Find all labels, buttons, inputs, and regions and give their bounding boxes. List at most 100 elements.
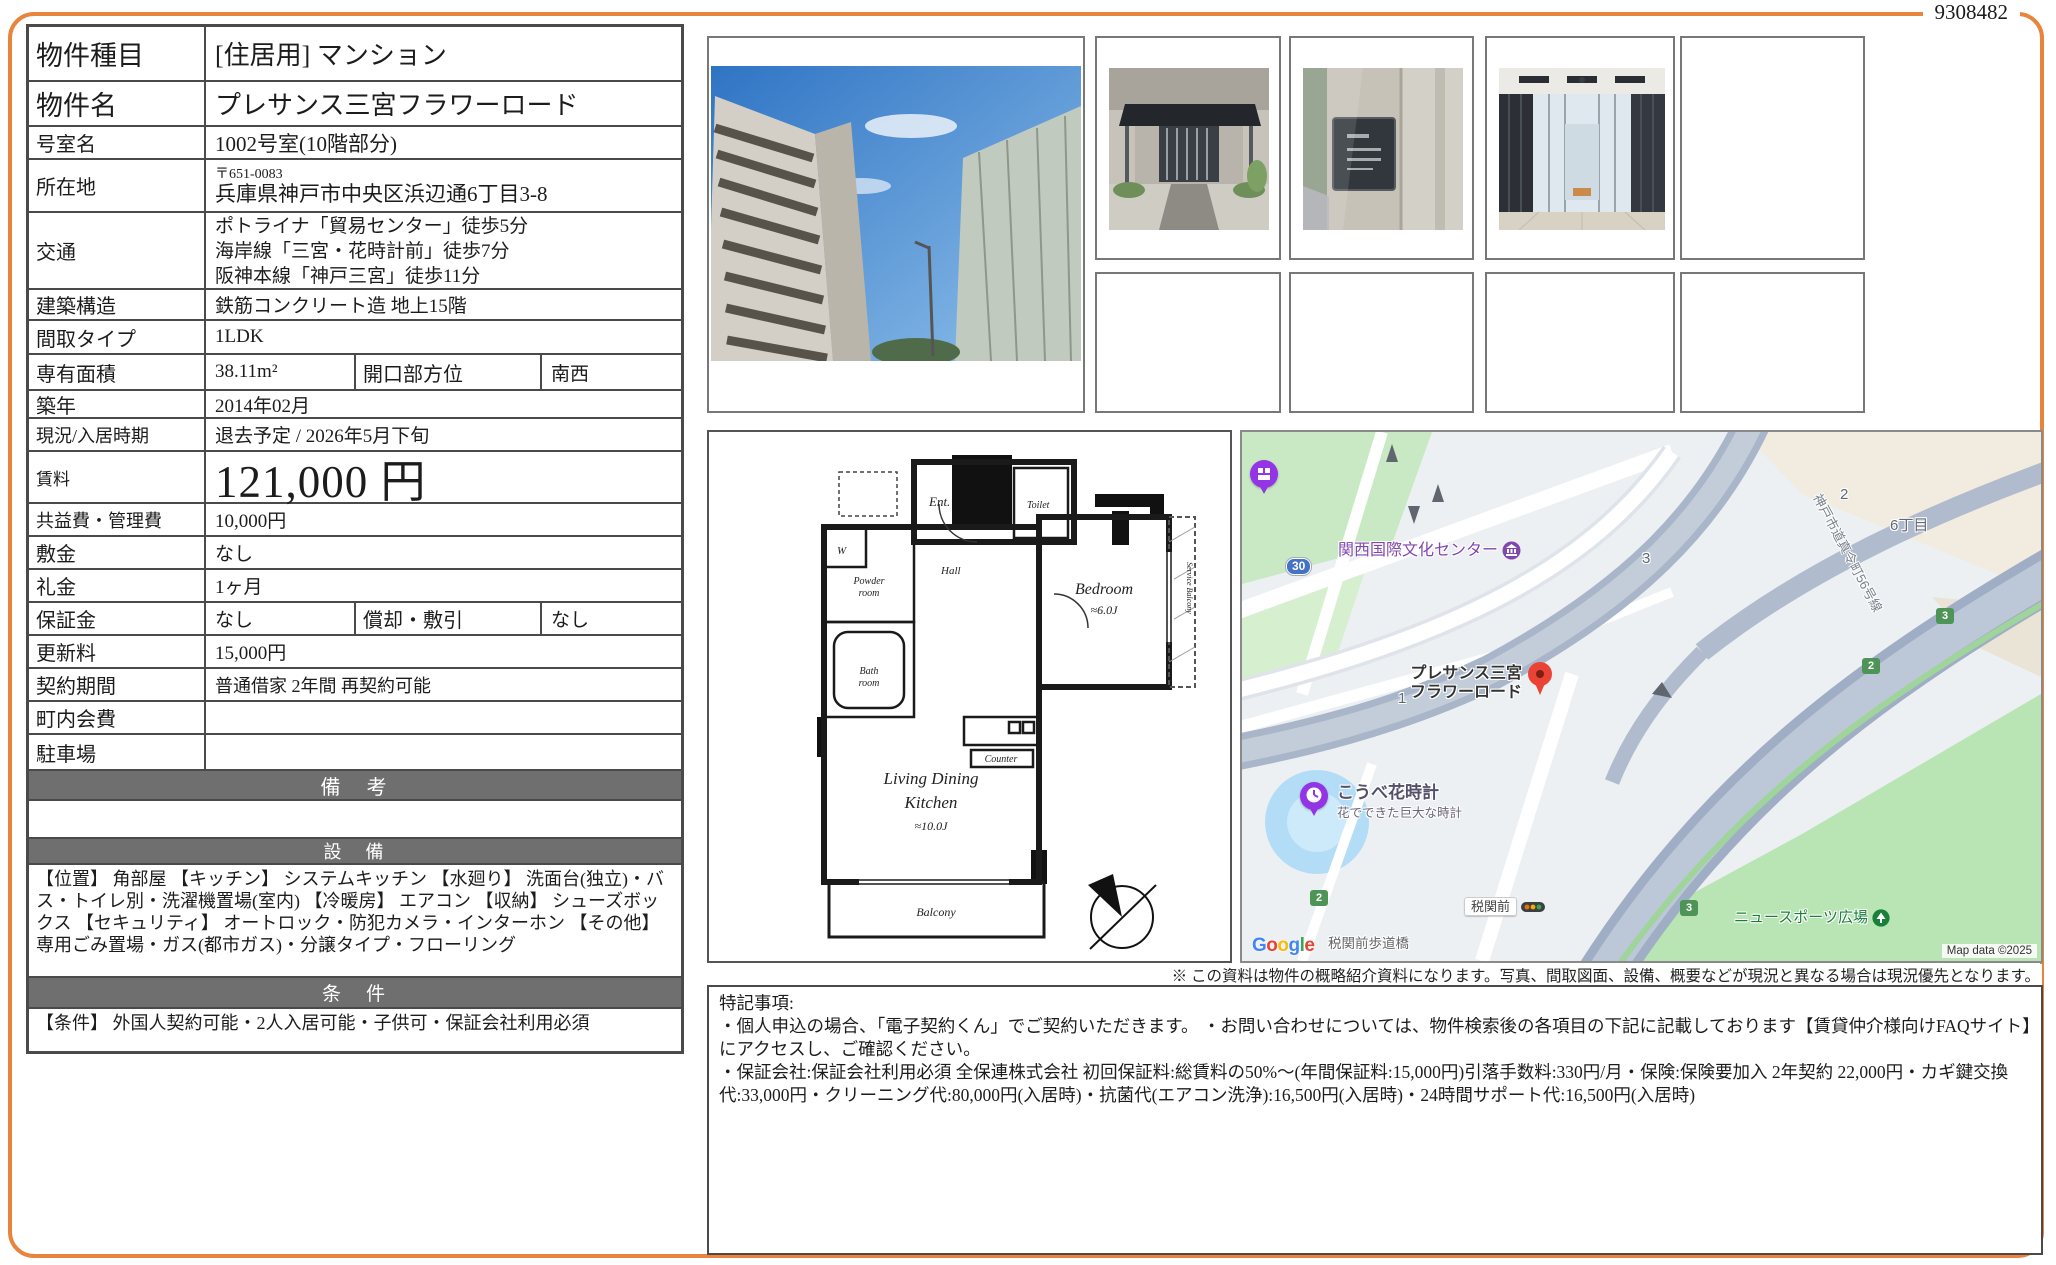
built-value: 2014年02月 (206, 391, 681, 417)
lobby-image (1499, 68, 1665, 230)
plan-bath-label-1: Bath (860, 666, 879, 677)
access-line-3: 阪神本線「神戸三宮」徒歩11分 (215, 264, 528, 289)
layout-value: 1LDK (206, 321, 681, 353)
area-value: 38.11m² (206, 355, 354, 389)
key-money-label: 礼金 (29, 570, 206, 601)
property-type-value: [住居用] マンション (206, 27, 681, 80)
plan-balcony-label: Balcony (916, 905, 956, 919)
row-structure: 建築構造 鉄筋コンクリート造 地上15階 (29, 290, 681, 321)
flower-clock-title[interactable]: こうべ花時計 (1337, 778, 1439, 803)
plan-powder-label-2: room (859, 588, 880, 599)
plan-toilet-label: Toilet (1027, 500, 1050, 511)
tree-icon (1872, 909, 1890, 927)
deposit-label: 敷金 (29, 537, 206, 568)
property-map-label-line1: プレサンス三宮 (1410, 665, 1522, 682)
built-label: 築年 (29, 391, 206, 417)
direction-label: 開口部方位 (354, 355, 542, 389)
equipment-content: 【位置】 角部屋 【キッチン】 システムキッチン 【水廻り】 洗面台(独立)・バ… (29, 865, 681, 978)
conditions-header: 条 件 (29, 978, 681, 1009)
route-shield-2-mid: 2 (1862, 658, 1880, 674)
location-map[interactable]: 関西国際文化センター 30 プレサンス三宮 フラワーロード こうべ花時計 花でで… (1240, 430, 2043, 963)
route-shield-2-bottom: 2 (1310, 890, 1328, 906)
row-guarantee: 保証金 なし 償却・敷引 なし (29, 603, 681, 636)
park-label-group[interactable]: ニュースポーツ広場 (1734, 906, 1890, 927)
amortization-value: なし (542, 603, 679, 634)
row-property-name: 物件名 プレサンス三宮フラワーロード (29, 82, 681, 127)
plan-bath-label-2: room (859, 678, 880, 689)
google-logo[interactable]: Google (1252, 935, 1314, 957)
row-room: 号室名 1002号室(10階部分) (29, 127, 681, 160)
flower-clock-subtitle: 花でできた巨大な時計 (1337, 802, 1462, 821)
document-number: 9308482 (1923, 0, 2021, 25)
renewal-value: 15,000円 (206, 636, 681, 667)
bus-stop-zeikanmae[interactable]: 税関前 (1464, 896, 1545, 916)
property-name-label: 物件名 (29, 82, 206, 125)
row-contract-term: 契約期間 普通借家 2年間 再契約可能 (29, 669, 681, 702)
layout-label: 間取タイプ (29, 321, 206, 353)
row-parking: 駐車場 (29, 735, 681, 771)
parking-label: 駐車場 (29, 735, 206, 769)
special-notes-box: 特記事項: ・個人申込の場合、「電子契約くん」でご契約いただきます。 ・お問い合… (707, 985, 2043, 1255)
row-key-money: 礼金 1ヶ月 (29, 570, 681, 603)
photo-slot-empty-5 (1680, 272, 1865, 413)
contract-label: 契約期間 (29, 669, 206, 700)
museum-icon (1502, 541, 1521, 560)
property-pin-icon[interactable] (1528, 662, 1552, 686)
footbridge-label: 税関前歩道橋 (1328, 932, 1409, 952)
special-notes-title: 特記事項: (719, 992, 2031, 1015)
row-management-fee: 共益費・管理費 10,000円 (29, 504, 681, 537)
plan-bedroom-size: ≈6.0J (1091, 603, 1119, 617)
key-money-value: 1ヶ月 (206, 570, 681, 601)
area-label: 専有面積 (29, 355, 206, 389)
plan-closet-label: W (837, 545, 847, 557)
park-label: ニュースポーツ広場 (1734, 909, 1868, 926)
plan-ldk-label-2: Kitchen (904, 793, 958, 812)
address-label: 所在地 (29, 160, 206, 211)
photo-slot-empty-4 (1485, 272, 1675, 413)
fee-label: 共益費・管理費 (29, 504, 206, 535)
guarantee-label: 保証金 (29, 603, 206, 634)
disclaimer-note: ※ この資料は物件の概略紹介資料になります。写真、間取図面、設備、概要などが現況… (1170, 964, 2042, 986)
direction-value: 南西 (542, 355, 679, 389)
plan-ldk-label-1: Living Dining (883, 769, 979, 788)
structure-label: 建築構造 (29, 290, 206, 319)
status-label: 現況/入居時期 (29, 419, 206, 450)
deposit-value: なし (206, 537, 681, 568)
property-name-value: プレサンス三宮フラワーロード (206, 82, 681, 125)
room-label: 号室名 (29, 127, 206, 158)
poi-pin-icon[interactable] (1250, 460, 1278, 488)
rent-value: 121,000 円 (206, 452, 681, 502)
contract-value: 普通借家 2年間 再契約可能 (206, 669, 681, 700)
plan-counter-label: Counter (985, 754, 1018, 765)
structure-value: 鉄筋コンクリート造 地上15階 (206, 290, 681, 319)
poi-kansai-center[interactable]: 関西国際文化センター (1338, 536, 1521, 560)
photo-slot-empty-1 (1680, 36, 1865, 260)
rent-label: 賃料 (29, 452, 206, 502)
fee-value: 10,000円 (206, 504, 681, 535)
parking-value (206, 735, 681, 769)
property-type-label: 物件種目 (29, 27, 206, 80)
property-map-label[interactable]: プレサンス三宮 フラワーロード (1410, 664, 1522, 702)
plan-ldk-size: ≈10.0J (915, 819, 949, 833)
property-map-label-line2: フラワーロード (1410, 684, 1522, 701)
row-property-type: 物件種目 [住居用] マンション (29, 27, 681, 82)
route-shield-3-right: 3 (1936, 608, 1954, 624)
row-layout: 間取タイプ 1LDK (29, 321, 681, 355)
address-zip: 〒651-0083 (215, 167, 548, 182)
entrance-image (1109, 68, 1269, 230)
conditions-content: 【条件】 外国人契約可能・2人入居可能・子供可・保証会社利用必須 (29, 1009, 681, 1051)
block-number-1: 1 (1398, 690, 1406, 707)
row-area: 専有面積 38.11m² 開口部方位 南西 (29, 355, 681, 391)
map-canvas (1242, 432, 2041, 961)
nameplate-image (1303, 68, 1463, 230)
access-label: 交通 (29, 213, 206, 288)
photo-building-exterior (707, 36, 1085, 413)
flower-clock-pin-icon[interactable] (1300, 782, 1328, 810)
route-shield-30: 30 (1286, 558, 1311, 575)
row-access: 交通 ポトライナ「貿易センター」徒歩5分 海岸線「三宮・花時計前」徒歩7分 阪神… (29, 213, 681, 290)
district-6chome-label: 6丁目 (1890, 514, 1928, 535)
town-fee-value (206, 702, 681, 733)
block-number-2-top: 2 (1840, 486, 1848, 503)
access-line-2: 海岸線「三宮・花時計前」徒歩7分 (215, 239, 528, 264)
photo-slot-empty-3 (1289, 272, 1474, 413)
